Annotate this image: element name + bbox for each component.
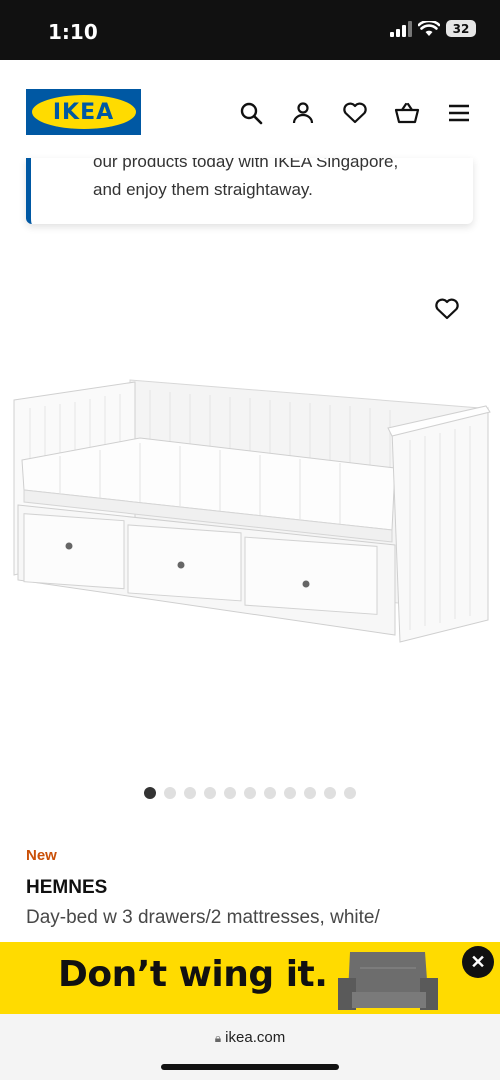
signal-icon [390,20,412,37]
banner-close-button[interactable]: ✕ [462,946,494,978]
status-bar: 1:10 32 [0,0,500,60]
browser-url-bar[interactable]: 🔒︎ ikea.com [0,1014,500,1080]
armchair-image [338,952,438,1010]
info-text-line-1: our products today with IKEA Singapore, [93,158,399,171]
carousel-dot[interactable] [244,787,256,799]
ikea-logo[interactable]: IKEA [26,89,141,135]
logo-text: IKEA [52,99,115,125]
carousel-dot[interactable] [284,787,296,799]
header-icons [234,96,476,130]
wishlist-icon[interactable] [338,96,372,130]
url-display[interactable]: 🔒︎ ikea.com [0,1029,500,1046]
battery-indicator: 32 [446,20,476,37]
product-image[interactable] [0,280,500,760]
search-icon[interactable] [234,96,268,130]
status-time: 1:10 [48,20,98,44]
carousel-dot[interactable] [324,787,336,799]
wifi-icon [418,20,440,36]
profile-icon[interactable] [286,96,320,130]
carousel-dot[interactable] [164,787,176,799]
site-header: IKEA [0,60,500,162]
banner-text: Don’t wing it. [58,954,328,995]
lock-icon: 🔒︎ [214,1031,222,1045]
logo-oval: IKEA [31,95,136,129]
status-icons: 32 [390,20,476,37]
carousel-dot[interactable] [344,787,356,799]
heart-icon [435,298,459,320]
carousel-dot[interactable] [204,787,216,799]
carousel-dot[interactable] [264,787,276,799]
info-text-line-2: and enjoy them straightaway. [93,180,313,199]
cart-icon[interactable] [390,96,424,130]
url-text: ikea.com [225,1029,286,1046]
home-indicator[interactable] [161,1064,339,1070]
drawer-right [244,536,378,615]
carousel-dot[interactable] [304,787,316,799]
menu-icon[interactable] [442,96,476,130]
product-description: Day-bed w 3 drawers/2 mattresses, white/ [26,907,380,928]
carousel-dot[interactable] [224,787,236,799]
product-name: HEMNES [26,877,108,898]
drawer-left [23,513,125,590]
drawer-middle [127,524,242,602]
carousel-dots [0,787,500,799]
new-badge: New [26,847,57,864]
info-card: our products today with IKEA Singapore, … [26,158,473,224]
daybed-illustration [13,379,491,643]
carousel-dot[interactable] [184,787,196,799]
add-to-wishlist-button[interactable] [430,292,464,326]
carousel-dot[interactable] [144,787,156,799]
promo-banner[interactable]: Don’t wing it. [0,942,500,1014]
